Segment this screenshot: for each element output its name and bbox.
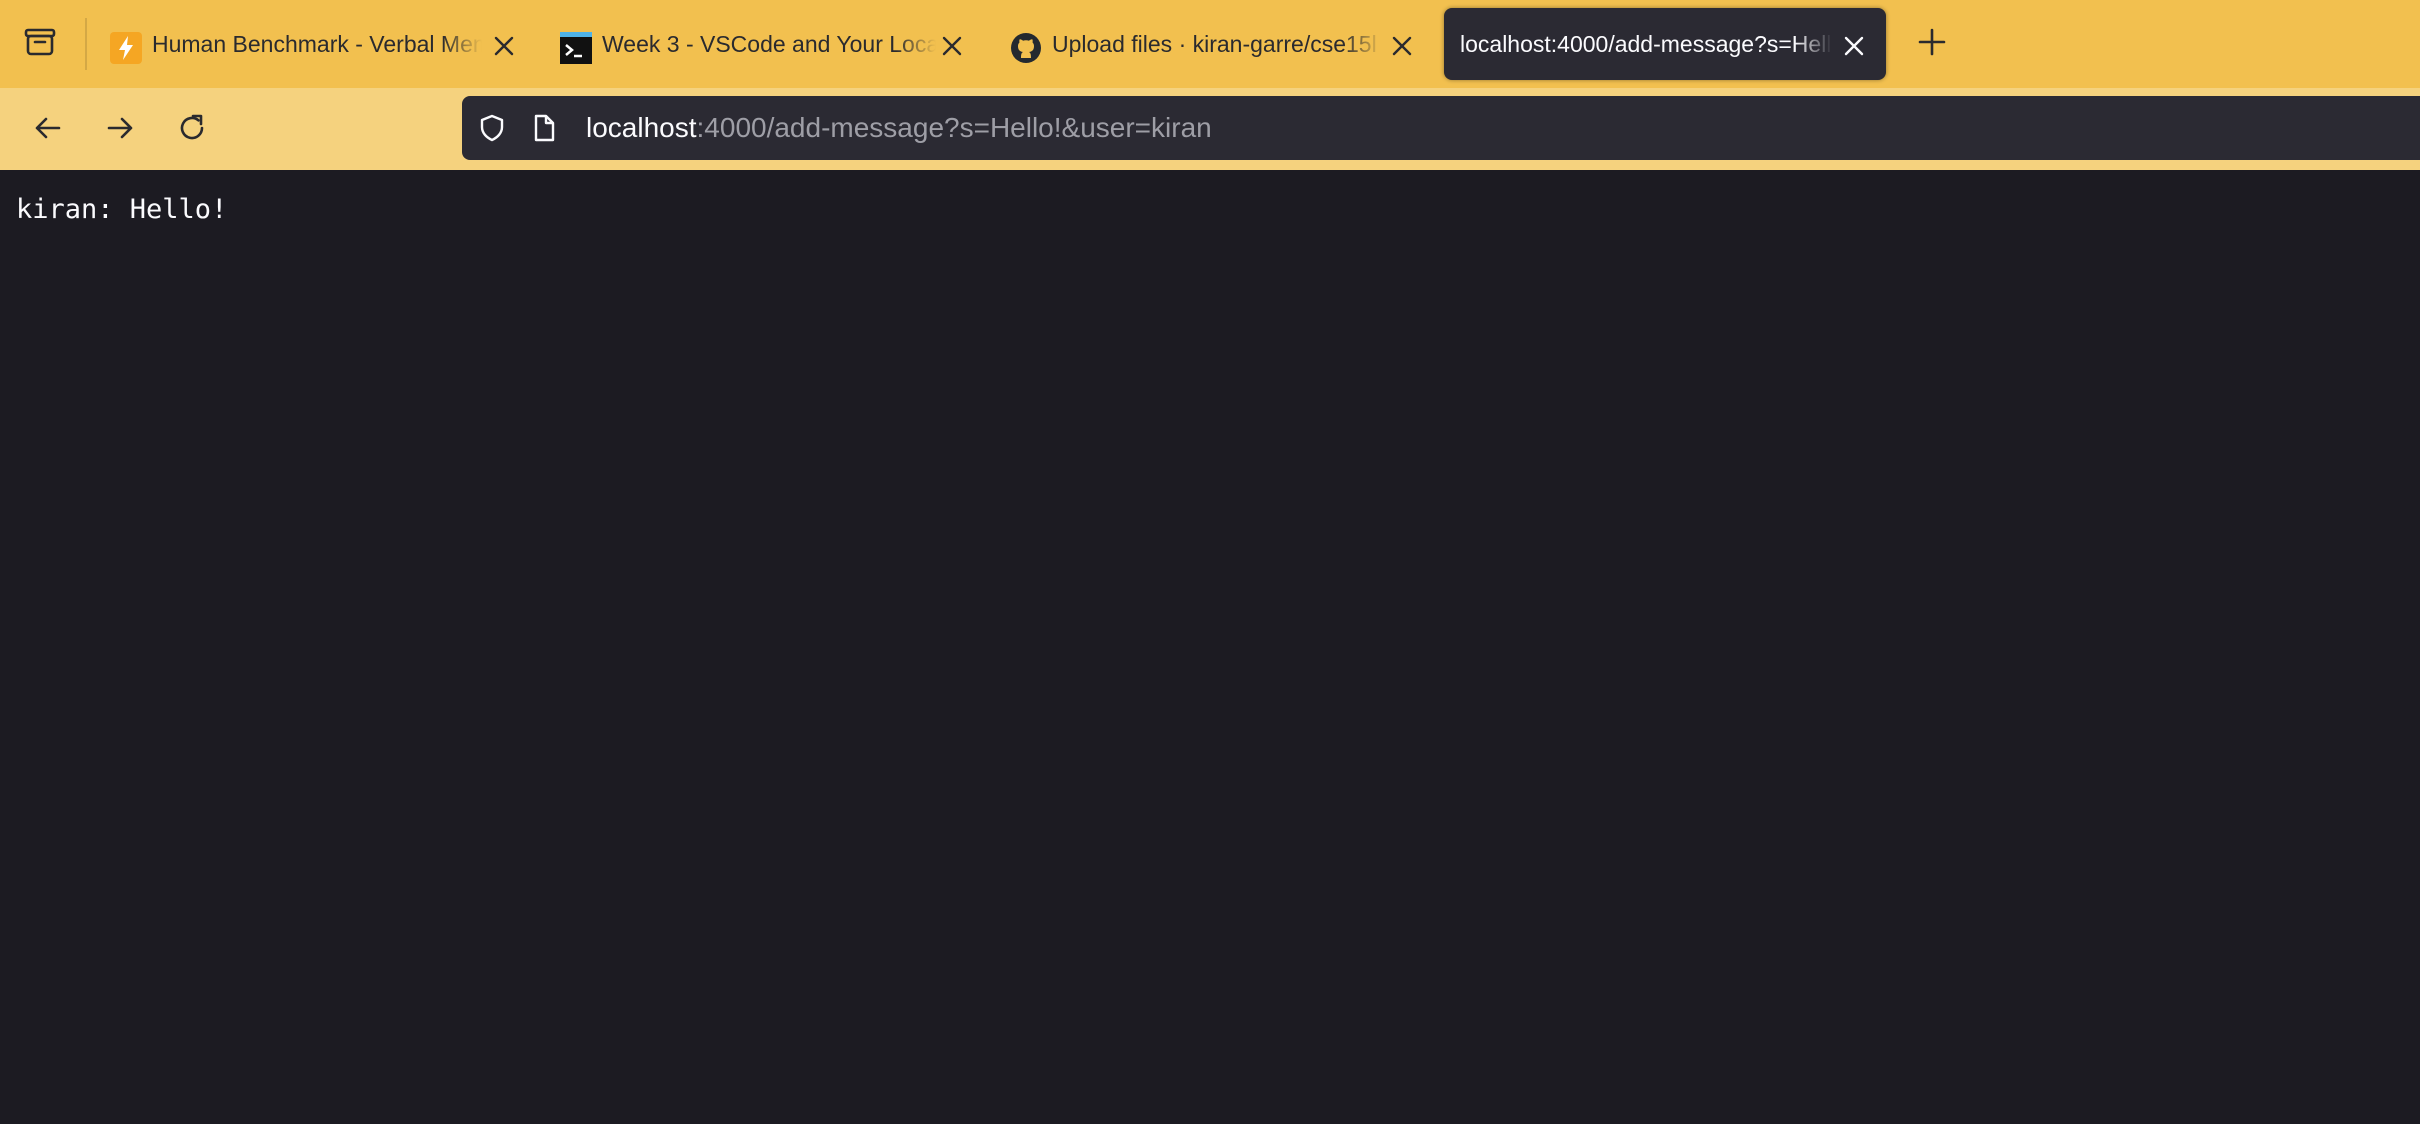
close-icon[interactable] <box>938 32 966 60</box>
arrow-right-icon <box>104 112 136 149</box>
tab-localhost-active[interactable]: localhost:4000/add-message?s=Hello!&user… <box>1444 8 1886 80</box>
lightning-icon <box>110 32 142 64</box>
terminal-icon <box>560 32 592 64</box>
reload-icon <box>176 112 208 149</box>
navigation-toolbar: localhost:4000/add-message?s=Hello!&user… <box>0 88 2420 170</box>
tab-title: Upload files · kiran-garre/cse15l <box>1052 31 1377 57</box>
close-icon[interactable] <box>1840 32 1868 60</box>
url-path: :4000/add-message?s=Hello!&user=kiran <box>696 112 1212 143</box>
close-icon[interactable] <box>490 32 518 60</box>
new-tab-button[interactable] <box>1912 24 1952 64</box>
tab-divider <box>85 18 87 70</box>
tab-list-button[interactable] <box>14 20 66 68</box>
url-text[interactable]: localhost:4000/add-message?s=Hello!&user… <box>586 96 1212 160</box>
url-host: localhost <box>586 112 697 143</box>
forward-button[interactable] <box>96 106 144 154</box>
tab-list-icon <box>22 24 58 65</box>
close-icon[interactable] <box>1388 32 1416 60</box>
page-content: kiran: Hello! <box>0 170 2420 1124</box>
github-icon <box>1010 32 1042 64</box>
url-bar[interactable]: localhost:4000/add-message?s=Hello!&user… <box>462 96 2420 160</box>
tab-strip: Human Benchmark - Verbal Memory Week 3 -… <box>0 0 2420 88</box>
arrow-left-icon <box>32 112 64 149</box>
reload-button[interactable] <box>168 106 216 154</box>
page-icon[interactable] <box>528 112 560 144</box>
tab-upload-files[interactable]: Upload files · kiran-garre/cse15l <box>990 8 1424 80</box>
tab-human-benchmark[interactable]: Human Benchmark - Verbal Memory <box>90 8 526 80</box>
browser-window: Human Benchmark - Verbal Memory Week 3 -… <box>0 0 2420 1124</box>
tab-week3-vscode[interactable]: Week 3 - VSCode and Your Local Setup <box>540 8 974 80</box>
tab-title: Human Benchmark - Verbal Memory <box>152 31 482 57</box>
tab-title: localhost:4000/add-message?s=Hello!&user… <box>1460 31 1832 57</box>
shield-icon[interactable] <box>476 112 508 144</box>
tab-title: Week 3 - VSCode and Your Local Setup <box>602 31 936 57</box>
message-text: kiran: Hello! <box>16 194 228 225</box>
back-button[interactable] <box>24 106 72 154</box>
plus-icon <box>1918 28 1946 61</box>
